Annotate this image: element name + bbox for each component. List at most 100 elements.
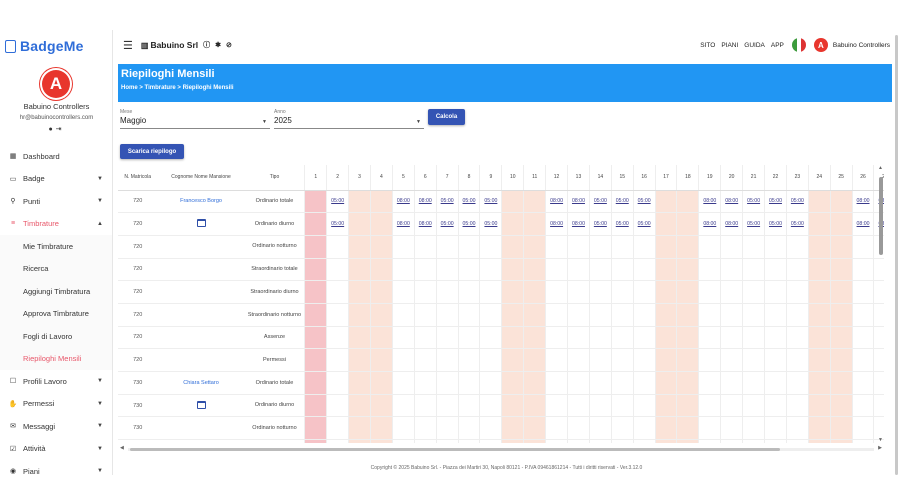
day-cell[interactable]: 05:00 xyxy=(610,212,634,236)
sidebar-item-riepiloghi-mensili[interactable]: Riepiloghi Mensili xyxy=(0,347,112,370)
sidebar-item-aggiungi-timbratura[interactable]: Aggiungi Timbratura xyxy=(0,280,112,303)
time-value-link[interactable]: 08:00 xyxy=(572,221,585,227)
sidebar-item-ricerca[interactable]: Ricerca xyxy=(0,257,112,280)
calendar-icon[interactable] xyxy=(196,219,206,228)
sidebar-item-approva-timbrature[interactable]: Approva Timbrature xyxy=(0,302,112,325)
breadcrumb[interactable]: Home > Timbrature > Riepiloghi Mensili xyxy=(121,85,889,91)
sidebar-item-permessi[interactable]: ✋ Permessi ▼ xyxy=(0,393,112,416)
time-value-link[interactable]: 08:00 xyxy=(857,221,870,227)
day-cell[interactable]: 08:00 xyxy=(413,190,437,214)
nav-link-app[interactable]: APP xyxy=(771,42,784,49)
time-value-link[interactable]: 08:00 xyxy=(725,198,738,204)
day-cell[interactable]: 08:00 xyxy=(698,212,721,236)
day-cell[interactable]: 05:00 xyxy=(435,190,459,214)
chevron-down-icon[interactable]: ▼ xyxy=(97,378,103,384)
time-value-link[interactable]: 08:00 xyxy=(550,198,563,204)
scroll-thumb[interactable] xyxy=(879,177,883,255)
chevron-down-icon[interactable]: ▼ xyxy=(97,423,103,429)
day-cell[interactable]: 05:00 xyxy=(632,190,656,214)
time-value-link[interactable]: 05:00 xyxy=(747,221,760,227)
time-value-link[interactable]: 08:00 xyxy=(703,198,716,204)
time-value-link[interactable]: 08:00 xyxy=(550,221,563,227)
time-value-link[interactable]: 05:00 xyxy=(463,198,476,204)
day-cell[interactable]: 08:00 xyxy=(720,212,743,236)
scroll-left-icon[interactable]: ◀ xyxy=(120,445,124,451)
day-cell[interactable]: 05:00 xyxy=(742,212,765,236)
time-value-link[interactable]: 05:00 xyxy=(331,221,344,227)
day-cell[interactable]: 05:00 xyxy=(764,212,787,236)
day-cell[interactable]: 05:00 xyxy=(326,212,349,236)
chevron-down-icon[interactable]: ▼ xyxy=(97,176,103,182)
scroll-thumb[interactable] xyxy=(130,448,780,451)
time-value-link[interactable]: 08:00 xyxy=(419,198,432,204)
time-value-link[interactable]: 05:00 xyxy=(747,198,760,204)
scroll-right-icon[interactable]: ▶ xyxy=(878,445,882,451)
time-value-link[interactable]: 05:00 xyxy=(769,221,782,227)
day-cell[interactable]: 08:00 xyxy=(851,190,874,214)
time-value-link[interactable]: 05:00 xyxy=(769,198,782,204)
header-name[interactable]: Cognome Nome Mansione xyxy=(157,165,245,191)
sidebar-item-dashboard[interactable]: ▦ Dashboard xyxy=(0,145,112,168)
day-cell[interactable]: 08:00 xyxy=(567,212,590,236)
day-cell[interactable]: 08:00 xyxy=(567,190,590,214)
time-value-link[interactable]: 05:00 xyxy=(616,221,629,227)
logout-icon[interactable]: ⇥ xyxy=(56,126,65,133)
time-value-link[interactable]: 05:00 xyxy=(441,198,454,204)
month-select[interactable]: Mese Maggio ▼ xyxy=(120,109,270,129)
day-cell[interactable]: 05:00 xyxy=(785,212,809,236)
hamburger-menu-icon[interactable]: ☰ xyxy=(123,39,133,52)
sidebar-item-punti[interactable]: ⚲ Punti ▼ xyxy=(0,190,112,213)
time-value-link[interactable]: 05:00 xyxy=(791,221,804,227)
day-cell[interactable]: 08:00 xyxy=(413,212,437,236)
block-icon[interactable]: ⊘ xyxy=(226,41,232,49)
day-cell[interactable]: 05:00 xyxy=(479,212,502,236)
time-value-link[interactable]: 08:00 xyxy=(419,221,432,227)
time-value-link[interactable]: 05:00 xyxy=(331,198,344,204)
user-name[interactable]: Babuino Controllers xyxy=(833,42,890,49)
day-cell[interactable]: 08:00 xyxy=(545,212,568,236)
day-cell[interactable]: 05:00 xyxy=(785,190,809,214)
chevron-down-icon[interactable]: ▼ xyxy=(97,446,103,452)
day-cell[interactable]: 05:00 xyxy=(479,190,502,214)
day-cell[interactable]: 05:00 xyxy=(435,212,459,236)
employee-name-link[interactable]: Francesco Borgo xyxy=(157,190,245,214)
sidebar-item-profili-lavoro[interactable]: ☐ Profili Lavoro ▼ xyxy=(0,370,112,393)
day-cell[interactable]: 05:00 xyxy=(457,190,480,214)
calcola-button[interactable]: Calcola xyxy=(428,109,465,125)
day-cell[interactable]: 05:00 xyxy=(610,190,634,214)
time-value-link[interactable]: 05:00 xyxy=(616,198,629,204)
summary-table-container[interactable]: N. Matricola Cognome Nome Mansione Tipo … xyxy=(118,165,884,443)
sidebar-item-mie-timbrature[interactable]: Mie Timbrature xyxy=(0,235,112,258)
download-summary-button[interactable]: Scarica riepilogo xyxy=(120,144,184,159)
header-tipo[interactable]: Tipo xyxy=(244,165,305,191)
vertical-scrollbar[interactable]: ▲ ▼ xyxy=(878,165,884,443)
time-value-link[interactable]: 05:00 xyxy=(638,198,651,204)
time-value-link[interactable]: 08:00 xyxy=(397,198,410,204)
time-value-link[interactable]: 05:00 xyxy=(441,221,454,227)
day-cell[interactable]: 08:00 xyxy=(391,212,415,236)
sidebar-item-badge[interactable]: ▭ Badge ▼ xyxy=(0,168,112,191)
header-matricola[interactable]: N. Matricola xyxy=(118,165,158,191)
day-cell[interactable]: 08:00 xyxy=(851,212,874,236)
chevron-down-icon[interactable]: ▼ xyxy=(97,198,103,204)
app-logo[interactable]: BadgeMe xyxy=(5,36,84,56)
nav-link-piani[interactable]: PIANI xyxy=(721,42,738,49)
user-avatar[interactable]: A xyxy=(813,38,828,52)
day-cell[interactable]: 05:00 xyxy=(588,212,612,236)
time-value-link[interactable]: 08:00 xyxy=(572,198,585,204)
time-value-link[interactable]: 05:00 xyxy=(484,221,497,227)
sidebar-item-fogli-di-lavoro[interactable]: Fogli di Lavoro xyxy=(0,325,112,348)
day-cell[interactable]: 08:00 xyxy=(391,190,415,214)
italian-flag-icon[interactable] xyxy=(791,38,806,52)
page-scrollbar[interactable] xyxy=(895,30,899,475)
day-cell[interactable]: 08:00 xyxy=(720,190,743,214)
year-select[interactable]: Anno 2025 ▼ xyxy=(274,109,424,129)
day-cell[interactable]: 05:00 xyxy=(764,190,787,214)
time-value-link[interactable]: 05:00 xyxy=(594,198,607,204)
time-value-link[interactable]: 05:00 xyxy=(638,221,651,227)
day-cell[interactable]: 05:00 xyxy=(326,190,349,214)
scroll-up-icon[interactable]: ▲ xyxy=(878,165,883,171)
sidebar-item-attivit-[interactable]: ☑ Attività ▼ xyxy=(0,438,112,461)
chevron-down-icon[interactable]: ▼ xyxy=(97,468,103,474)
info-icon[interactable]: ⓘ xyxy=(203,40,210,50)
